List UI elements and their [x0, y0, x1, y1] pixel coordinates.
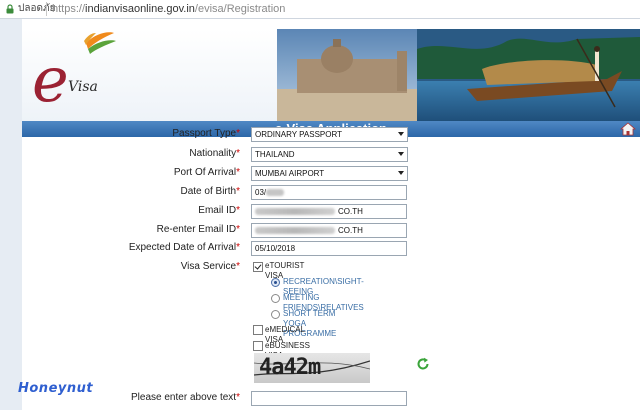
evisa-page: e Visa Passport Type* ORDINARY PASSPORT …	[22, 19, 640, 410]
url-scheme: https://	[52, 3, 86, 15]
secure-label: ปลอดภัย	[18, 3, 56, 14]
captcha-image: 4a42m	[254, 353, 370, 383]
left-margin	[0, 19, 22, 410]
ebusiness-visa-checkbox[interactable]	[253, 341, 263, 351]
evisa-logo: e Visa	[32, 32, 116, 116]
url-text[interactable]: https://indianvisaonline.gov.in/evisa/Re…	[52, 0, 285, 18]
url-separator	[46, 2, 47, 16]
yoga-programme-radio[interactable]	[271, 310, 280, 319]
email-label: Email ID*	[198, 205, 240, 216]
url-path: /evisa/Registration	[194, 3, 286, 15]
refresh-icon[interactable]	[416, 357, 430, 371]
meeting-friends-radio[interactable]	[271, 294, 280, 303]
header-banner: e Visa	[22, 29, 640, 121]
captcha-text: 4a42m	[259, 355, 321, 380]
chevron-down-icon	[398, 152, 404, 156]
expected-arrival-input[interactable]: 05/10/2018	[251, 241, 407, 256]
nationality-label: Nationality*	[189, 148, 240, 159]
port-of-arrival-select[interactable]: MUMBAI AIRPORT	[251, 166, 408, 181]
email-confirm-label: Re-enter Email ID*	[156, 224, 240, 235]
watermark-text: Honeynut	[18, 381, 94, 396]
email-confirm-input[interactable]: CO.TH	[251, 223, 407, 238]
captcha-input[interactable]	[251, 391, 407, 406]
header-photo	[277, 29, 640, 121]
redacted-text	[255, 227, 335, 234]
home-icon[interactable]	[620, 122, 636, 136]
redacted-text	[266, 189, 284, 196]
expected-arrival-label: Expected Date of Arrival*	[128, 242, 240, 253]
date-of-birth-label: Date of Birth*	[180, 186, 241, 197]
lock-icon	[6, 4, 14, 14]
passport-type-select[interactable]: ORDINARY PASSPORT	[251, 127, 408, 142]
chevron-down-icon	[398, 132, 404, 136]
recreation-radio[interactable]	[271, 278, 280, 287]
nationality-select[interactable]: THAILAND	[251, 147, 408, 162]
browser-address-bar[interactable]: ปลอดภัย https://indianvisaonline.gov.in/…	[0, 0, 640, 19]
emedical-visa-checkbox[interactable]	[253, 325, 263, 335]
email-input[interactable]: CO.TH	[251, 204, 407, 219]
redacted-text	[255, 208, 335, 215]
logo-word: Visa	[68, 79, 98, 95]
logo-letter: e	[32, 43, 69, 116]
etourist-visa-checkbox[interactable]	[253, 262, 263, 272]
passport-type-label: Passport Type*	[172, 128, 240, 139]
chevron-down-icon	[398, 171, 404, 175]
url-host: indianvisaonline.gov.in	[85, 3, 195, 15]
date-of-birth-input[interactable]: 03/	[251, 185, 407, 200]
port-of-arrival-label: Port Of Arrival*	[173, 167, 240, 178]
logo-area: e Visa	[22, 29, 277, 121]
visa-service-label: Visa Service*	[180, 261, 240, 272]
